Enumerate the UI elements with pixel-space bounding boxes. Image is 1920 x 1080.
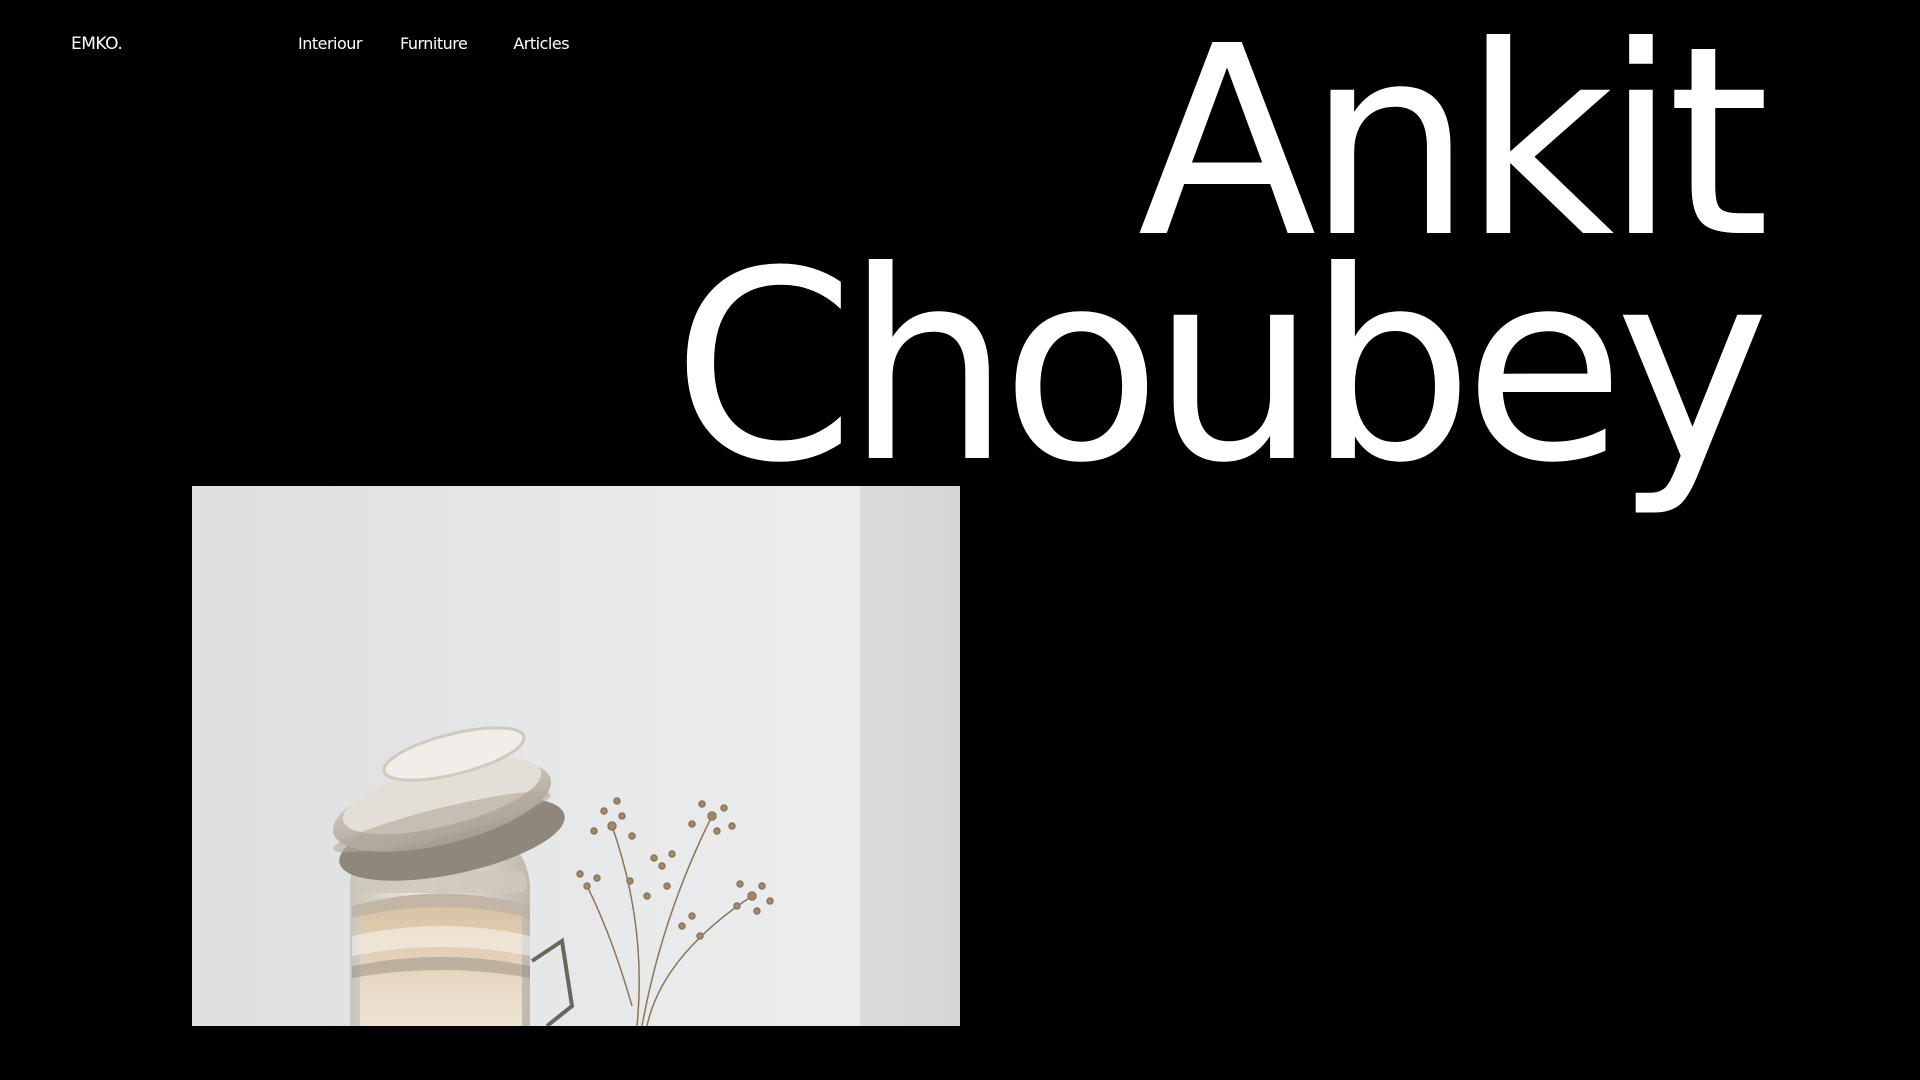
jar-photo-illustration [192, 486, 960, 1026]
hero-heading: Ankit Choubey [672, 12, 1770, 520]
logo-link[interactable]: EMKO. [71, 34, 123, 54]
nav-link-furniture[interactable]: Furniture [400, 34, 468, 53]
photo-wall [192, 486, 960, 1026]
nav-link-interiour[interactable]: Interiour [298, 34, 363, 53]
main-nav: Interiour Furniture Articles [298, 34, 570, 53]
hero-last-name: Choubey [672, 215, 1770, 520]
page: EMKO. Interiour Furniture Articles Ankit… [0, 0, 1920, 1080]
hero-photo-jar-with-dried-flowers [192, 486, 960, 1026]
nav-link-articles[interactable]: Articles [513, 34, 569, 53]
